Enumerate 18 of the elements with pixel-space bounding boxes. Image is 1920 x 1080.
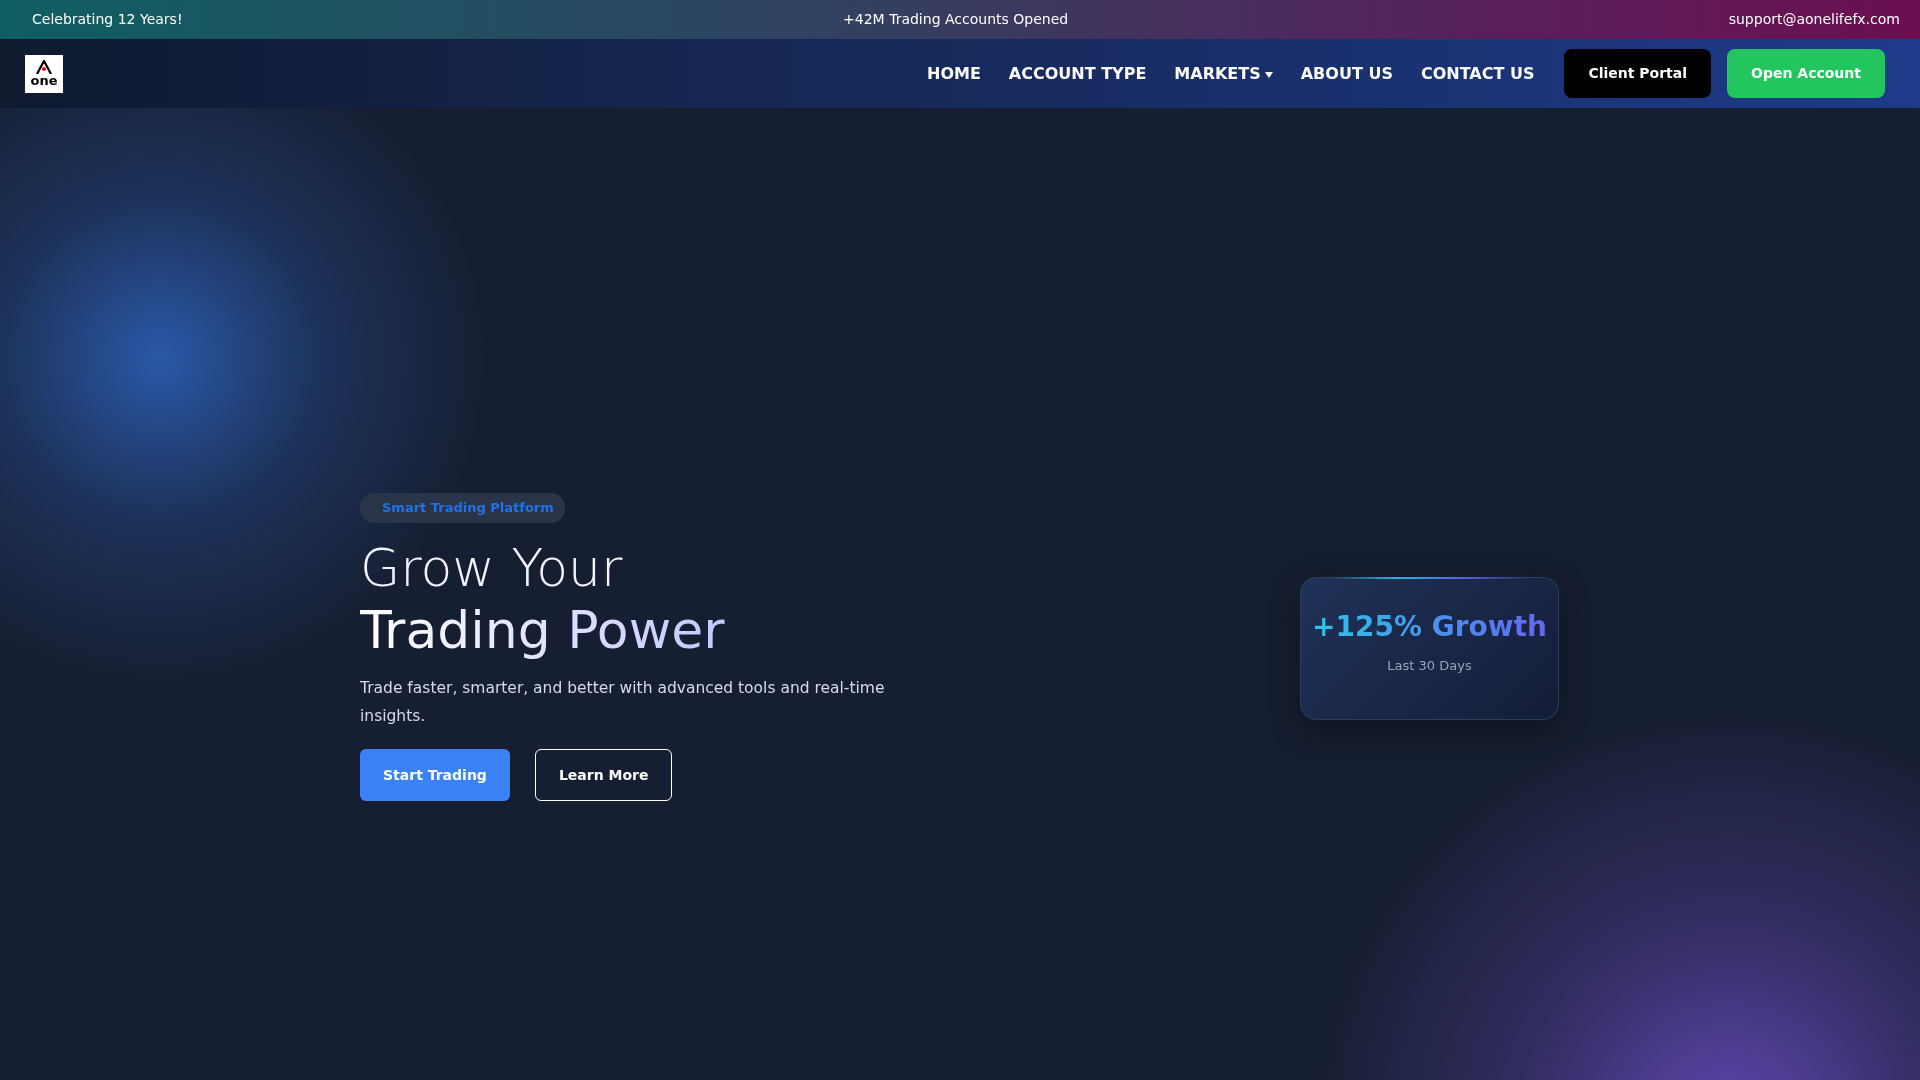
nav-link[interactable]: ABOUT US	[1286, 61, 1407, 86]
logo[interactable]: one	[25, 54, 63, 93]
portal-button[interactable]: Client Portal	[1564, 49, 1712, 98]
nav-link[interactable]: CONTACT US	[1406, 61, 1549, 86]
tagline-pill: Smart Trading Platform	[360, 493, 565, 523]
nav-link[interactable]: HOME	[913, 61, 995, 86]
start-trading-button[interactable]: Start Trading	[360, 749, 510, 802]
nav-link[interactable]: ACCOUNT TYPE	[994, 61, 1161, 86]
hero-heading-line: Grow Your	[360, 536, 624, 599]
learn-more-button[interactable]: Learn More	[534, 749, 673, 802]
caret-icon	[1264, 72, 1273, 78]
period-caption: Last 30 Days	[1386, 657, 1473, 675]
announcement-text: Celebrating 12 Years!	[32, 10, 183, 29]
nav-link[interactable]: MARKETS	[1160, 61, 1287, 86]
logo-icon	[36, 60, 52, 74]
hero-description: Trade faster, smarter, and better with advanced tools and real-time insights.	[360, 678, 886, 728]
accounts-text: +42M Trading Accounts Opened	[843, 10, 1069, 29]
email-link[interactable]: support@aonelifefx.com	[1728, 9, 1900, 30]
